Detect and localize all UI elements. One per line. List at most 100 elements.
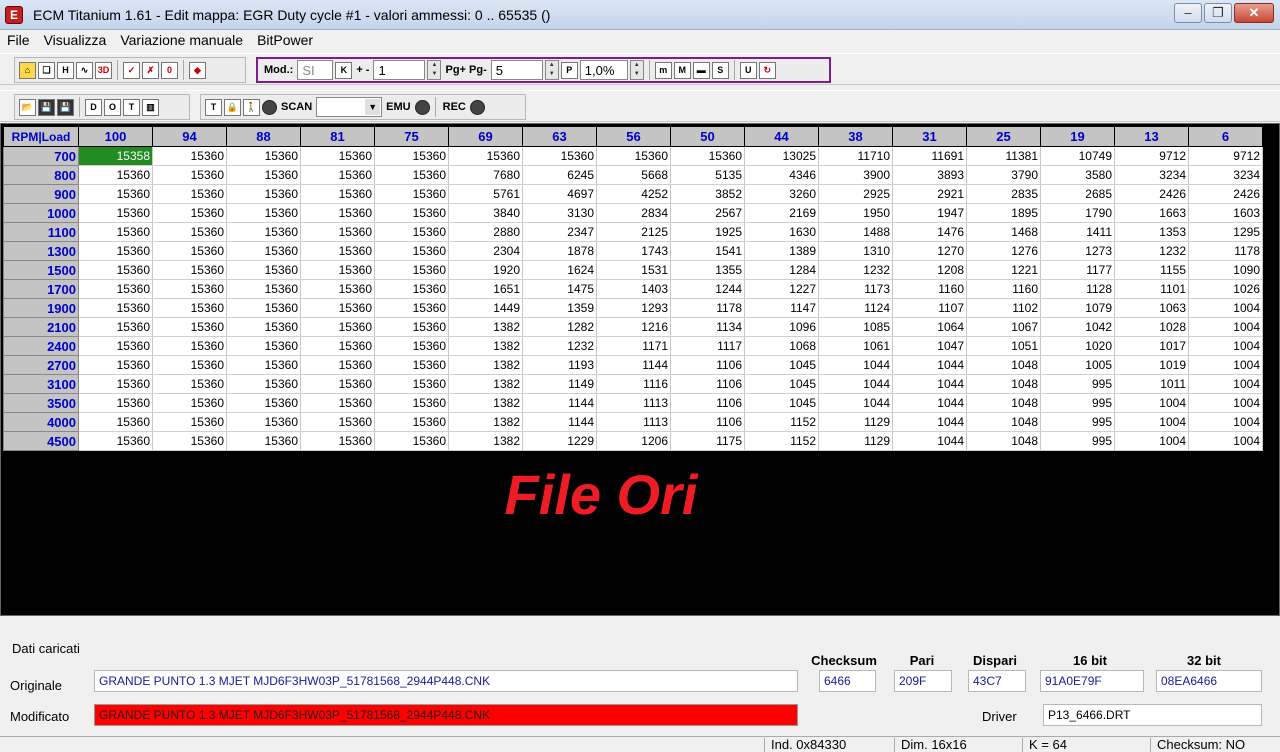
rpm-header-cell[interactable]: 4000	[3, 412, 79, 432]
map-cell[interactable]: 1175	[670, 431, 745, 451]
load-header-cell[interactable]: 63	[522, 126, 597, 147]
map-cell[interactable]: 4252	[596, 184, 671, 204]
map-cell[interactable]: 15360	[670, 146, 745, 166]
map-cell[interactable]: 1079	[1040, 298, 1115, 318]
map-cell[interactable]: 3840	[448, 203, 523, 223]
map-cell[interactable]: 1630	[744, 222, 819, 242]
bar-button[interactable]: ▬	[692, 61, 710, 79]
map-cell[interactable]: 1044	[892, 374, 967, 394]
map-cell[interactable]: 1096	[744, 317, 819, 337]
minimize-button[interactable]: ‒	[1174, 3, 1202, 23]
load-header-cell[interactable]: 6	[1188, 126, 1263, 147]
map-cell[interactable]: 2567	[670, 203, 745, 223]
map-cell[interactable]: 15360	[152, 184, 227, 204]
menu-visualizza[interactable]: Visualizza	[37, 32, 114, 48]
rpm-header-cell[interactable]: 1700	[3, 279, 79, 299]
map-cell[interactable]: 3234	[1114, 165, 1189, 185]
map-cell[interactable]: 1152	[744, 431, 819, 451]
menu-bitpower[interactable]: BitPower	[250, 32, 320, 48]
map-cell[interactable]: 1208	[892, 260, 967, 280]
home-icon[interactable]: ⌂	[19, 61, 36, 79]
text-icon[interactable]: T	[205, 98, 222, 116]
map-cell[interactable]: 15360	[374, 298, 449, 318]
graph-3d-icon[interactable]: 3D	[95, 61, 112, 79]
map-cell[interactable]: 1382	[448, 355, 523, 375]
walker-icon[interactable]: 🚶	[243, 98, 260, 116]
map-cell[interactable]: 15360	[374, 374, 449, 394]
map-cell[interactable]: 1090	[1188, 260, 1263, 280]
map-cell[interactable]: 15360	[374, 222, 449, 242]
m-big-button[interactable]: M	[673, 61, 691, 79]
map-cell[interactable]: 3260	[744, 184, 819, 204]
map-cell[interactable]: 1950	[818, 203, 893, 223]
map-cell[interactable]: 15360	[300, 298, 375, 318]
map-cell[interactable]: 15360	[300, 165, 375, 185]
map-cell[interactable]: 1232	[522, 336, 597, 356]
map-cell[interactable]: 1177	[1040, 260, 1115, 280]
map-cell[interactable]: 1411	[1040, 222, 1115, 242]
map-cell[interactable]: 1353	[1114, 222, 1189, 242]
dispari-field[interactable]: 43C7	[968, 670, 1026, 692]
page-step-field[interactable]: 5	[490, 60, 543, 80]
save-icon[interactable]: 💾	[38, 98, 55, 116]
map-cell[interactable]: 2125	[596, 222, 671, 242]
map-cell[interactable]: 1004	[1114, 431, 1189, 451]
map-cell[interactable]: 15360	[300, 336, 375, 356]
map-cell[interactable]: 15360	[300, 222, 375, 242]
load-header-cell[interactable]: 50	[670, 126, 745, 147]
map-cell[interactable]: 1047	[892, 336, 967, 356]
map-cell[interactable]: 1004	[1188, 431, 1263, 451]
map-cell[interactable]: 15360	[374, 393, 449, 413]
load-header-cell[interactable]: 69	[448, 126, 523, 147]
map-cell[interactable]: 995	[1040, 412, 1115, 432]
map-cell[interactable]: 1004	[1188, 374, 1263, 394]
map-cell[interactable]: 1017	[1114, 336, 1189, 356]
t-button[interactable]: T	[123, 98, 140, 116]
map-cell[interactable]: 2304	[448, 241, 523, 261]
map-cell[interactable]: 1270	[892, 241, 967, 261]
map-cell[interactable]: 5668	[596, 165, 671, 185]
map-cell[interactable]: 1449	[448, 298, 523, 318]
map-cell[interactable]: 1293	[596, 298, 671, 318]
map-cell[interactable]: 15360	[374, 336, 449, 356]
map-cell[interactable]: 15360	[226, 355, 301, 375]
map-cell[interactable]: 15360	[226, 279, 301, 299]
copy-map-icon[interactable]: ❏	[38, 61, 55, 79]
map-cell[interactable]: 1064	[892, 317, 967, 337]
map-cell[interactable]: 1004	[1114, 412, 1189, 432]
rpm-header-cell[interactable]: 2700	[3, 355, 79, 375]
map-cell[interactable]: 15360	[152, 260, 227, 280]
map-cell[interactable]: 15360	[374, 241, 449, 261]
step-field[interactable]: 1	[373, 60, 426, 80]
map-cell[interactable]: 5761	[448, 184, 523, 204]
map-cell[interactable]: 1048	[966, 431, 1041, 451]
map-cell[interactable]: 15360	[226, 165, 301, 185]
driver-field[interactable]: P13_6466.DRT	[1043, 704, 1262, 726]
map-cell[interactable]: 1310	[818, 241, 893, 261]
map-cell[interactable]: 15360	[374, 317, 449, 337]
map-cell[interactable]: 15360	[78, 317, 153, 337]
graph-2d-icon[interactable]: ∿	[76, 61, 93, 79]
map-cell[interactable]: 1048	[966, 412, 1041, 432]
map-cell[interactable]: 1147	[744, 298, 819, 318]
map-cell[interactable]: 10749	[1040, 146, 1115, 166]
map-cell[interactable]: 1227	[744, 279, 819, 299]
menu-variazione-manuale[interactable]: Variazione manuale	[113, 32, 250, 48]
map-cell[interactable]: 15360	[226, 260, 301, 280]
load-header-cell[interactable]: 56	[596, 126, 671, 147]
load-header-cell[interactable]: 75	[374, 126, 449, 147]
load-header-cell[interactable]: 44	[744, 126, 819, 147]
rpm-header-cell[interactable]: 1100	[3, 222, 79, 242]
map-cell[interactable]: 15360	[300, 374, 375, 394]
map-cell[interactable]: 1155	[1114, 260, 1189, 280]
rec-toggle-icon[interactable]	[469, 99, 485, 115]
map-cell[interactable]: 995	[1040, 374, 1115, 394]
map-cell[interactable]: 4346	[744, 165, 819, 185]
map-cell[interactable]: 15360	[448, 146, 523, 166]
map-cell[interactable]: 5135	[670, 165, 745, 185]
map-cell[interactable]: 15360	[78, 165, 153, 185]
rpm-header-cell[interactable]: 1500	[3, 260, 79, 280]
map-cell[interactable]: 15360	[374, 184, 449, 204]
map-cell[interactable]: 15360	[300, 260, 375, 280]
map-cell[interactable]: 3130	[522, 203, 597, 223]
